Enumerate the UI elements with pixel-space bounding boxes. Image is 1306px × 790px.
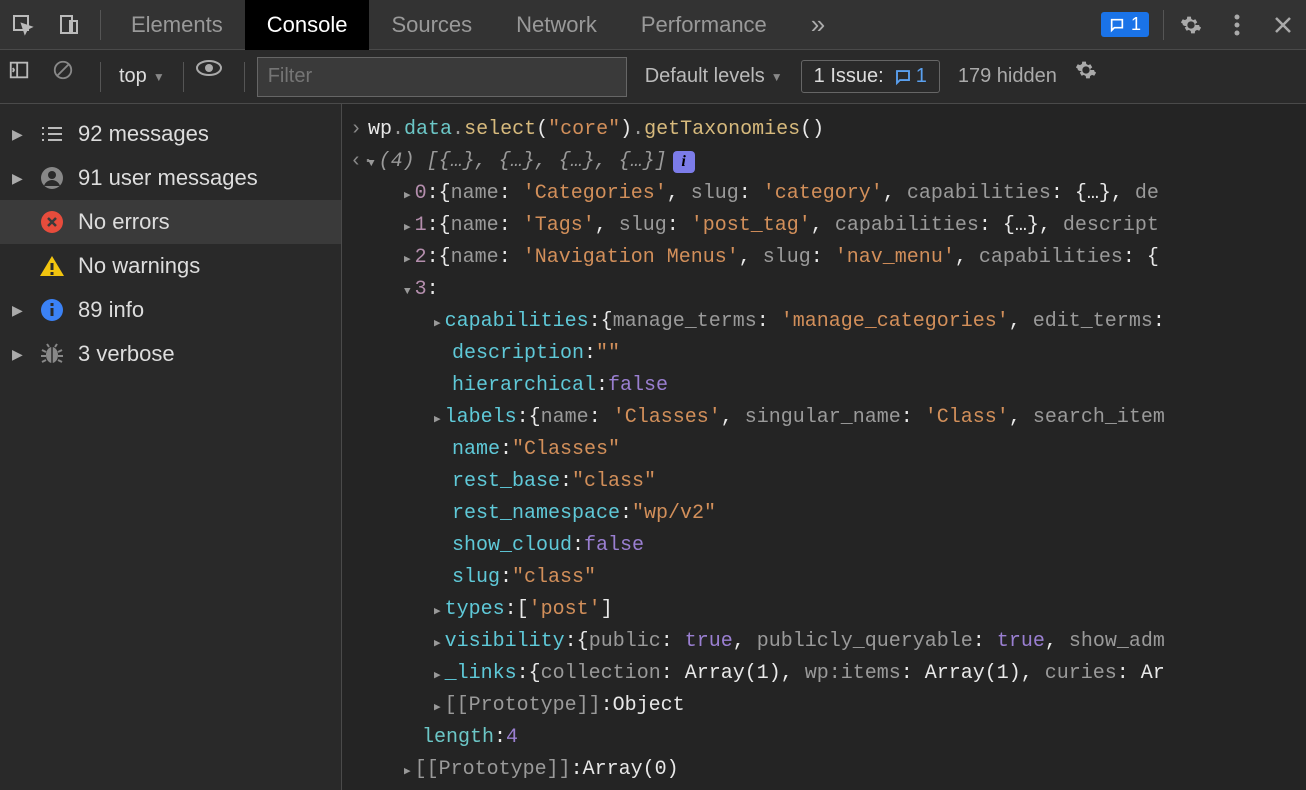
sidebar-item-warnings[interactable]: No warnings bbox=[0, 244, 341, 288]
array-item-row-expanded[interactable]: 3: bbox=[404, 274, 1306, 306]
main-area: ▶ 92 messages ▶ 91 user messages No erro… bbox=[0, 104, 1306, 790]
array-prototype-row[interactable]: [[Prototype]]: Array(0) bbox=[404, 754, 1306, 786]
bug-icon bbox=[38, 340, 66, 368]
divider bbox=[100, 10, 101, 40]
info-badge-icon[interactable]: i bbox=[673, 151, 695, 173]
expand-toggle[interactable] bbox=[404, 178, 415, 210]
object-property-row[interactable]: slug: "class" bbox=[434, 562, 1306, 594]
live-expression-icon[interactable] bbox=[196, 59, 232, 95]
user-icon bbox=[38, 164, 66, 192]
sidebar-item-label: No errors bbox=[78, 209, 170, 235]
object-property-row[interactable]: name: "Classes" bbox=[434, 434, 1306, 466]
expand-toggle[interactable] bbox=[404, 754, 415, 786]
tab-network[interactable]: Network bbox=[494, 0, 619, 50]
object-property-row[interactable]: hierarchical: false bbox=[434, 370, 1306, 402]
levels-label: Default levels bbox=[645, 65, 765, 88]
object-property-row[interactable]: rest_namespace: "wp/v2" bbox=[434, 498, 1306, 530]
console-return-line[interactable]: ‹· (4) [{…}, {…}, {…}, {…}] i bbox=[350, 146, 1306, 178]
object-property-row[interactable]: [[Prototype]]: Object bbox=[434, 690, 1306, 722]
array-summary: (4) [{…}, {…}, {…}, {…}] bbox=[379, 146, 667, 178]
warning-icon bbox=[38, 252, 66, 280]
context-selector[interactable]: top ▼ bbox=[113, 65, 171, 88]
expand-toggle[interactable] bbox=[404, 242, 415, 274]
object-property-row[interactable]: show_cloud: false bbox=[434, 530, 1306, 562]
input-chevron-icon: › bbox=[350, 114, 368, 146]
expand-toggle[interactable] bbox=[404, 274, 415, 306]
log-levels-selector[interactable]: Default levels ▼ bbox=[635, 65, 793, 88]
object-property-row[interactable]: visibility: {public: true, publicly_quer… bbox=[434, 626, 1306, 658]
clear-console-icon[interactable] bbox=[52, 59, 88, 95]
expand-toggle[interactable] bbox=[434, 690, 445, 722]
expand-toggle[interactable] bbox=[434, 658, 445, 690]
sidebar-item-messages[interactable]: ▶ 92 messages bbox=[0, 112, 341, 156]
issues-badge-count: 1 bbox=[1131, 14, 1141, 35]
error-icon bbox=[38, 208, 66, 236]
issues-label: 1 Issue: bbox=[814, 65, 884, 88]
expand-toggle[interactable] bbox=[434, 594, 445, 626]
divider bbox=[1163, 10, 1164, 40]
tab-performance[interactable]: Performance bbox=[619, 0, 789, 50]
object-property-row[interactable]: rest_base: "class" bbox=[434, 466, 1306, 498]
object-property-row[interactable]: labels: {name: 'Classes', singular_name:… bbox=[434, 402, 1306, 434]
object-property-row[interactable]: capabilities: {manage_terms: 'manage_cat… bbox=[434, 306, 1306, 338]
expand-toggle[interactable] bbox=[368, 146, 379, 178]
list-icon bbox=[38, 120, 66, 148]
divider bbox=[244, 62, 245, 92]
array-item-row[interactable]: 1: {name: 'Tags', slug: 'post_tag', capa… bbox=[404, 210, 1306, 242]
object-property-row[interactable]: _links: {collection: Array(1), wp:items:… bbox=[434, 658, 1306, 690]
issues-count: 1 bbox=[916, 65, 927, 88]
tab-more[interactable]: » bbox=[789, 0, 847, 50]
sidebar-item-label: 92 messages bbox=[78, 121, 209, 147]
tab-sources[interactable]: Sources bbox=[369, 0, 494, 50]
expand-toggle[interactable] bbox=[434, 626, 445, 658]
expand-toggle[interactable] bbox=[404, 210, 415, 242]
array-item-row[interactable]: 0: {name: 'Categories', slug: 'category'… bbox=[404, 178, 1306, 210]
hidden-count[interactable]: 179 hidden bbox=[948, 65, 1067, 88]
console-toolbar: top ▼ Default levels ▼ 1 Issue: 1 179 hi… bbox=[0, 50, 1306, 104]
divider bbox=[100, 62, 101, 92]
sidebar-item-label: No warnings bbox=[78, 253, 200, 279]
inspect-icon[interactable] bbox=[0, 0, 46, 50]
sidebar-item-errors[interactable]: No errors bbox=[0, 200, 341, 244]
close-icon[interactable] bbox=[1260, 0, 1306, 50]
sidebar-item-info[interactable]: ▶ 89 info bbox=[0, 288, 341, 332]
settings-icon[interactable] bbox=[1168, 0, 1214, 50]
array-item-row[interactable]: 2: {name: 'Navigation Menus', slug: 'nav… bbox=[404, 242, 1306, 274]
sidebar-item-label: 3 verbose bbox=[78, 341, 175, 367]
console-output: › wp.data.select("core").getTaxonomies()… bbox=[342, 104, 1306, 790]
sidebar-item-user-messages[interactable]: ▶ 91 user messages bbox=[0, 156, 341, 200]
devtools-tabs: Elements Console Sources Network Perform… bbox=[0, 0, 1306, 50]
kebab-menu-icon[interactable] bbox=[1214, 0, 1260, 50]
tab-elements[interactable]: Elements bbox=[109, 0, 245, 50]
expand-toggle[interactable] bbox=[434, 306, 445, 338]
filter-input[interactable] bbox=[257, 57, 627, 97]
context-label: top bbox=[119, 65, 147, 88]
object-property-row[interactable]: types: ['post'] bbox=[434, 594, 1306, 626]
sidebar-item-label: 89 info bbox=[78, 297, 144, 323]
console-settings-icon[interactable] bbox=[1075, 59, 1111, 95]
device-toolbar-icon[interactable] bbox=[46, 0, 92, 50]
sidebar-item-verbose[interactable]: ▶ 3 verbose bbox=[0, 332, 341, 376]
console-input-line[interactable]: › wp.data.select("core").getTaxonomies() bbox=[350, 114, 1306, 146]
sidebar-toggle-icon[interactable] bbox=[8, 59, 44, 95]
tab-console[interactable]: Console bbox=[245, 0, 370, 50]
issues-box[interactable]: 1 Issue: 1 bbox=[801, 60, 940, 93]
array-length-row[interactable]: length: 4 bbox=[404, 722, 1306, 754]
issues-badge[interactable]: 1 bbox=[1091, 0, 1159, 50]
object-property-row[interactable]: description: "" bbox=[434, 338, 1306, 370]
sidebar-item-label: 91 user messages bbox=[78, 165, 258, 191]
divider bbox=[183, 62, 184, 92]
sidebar: ▶ 92 messages ▶ 91 user messages No erro… bbox=[0, 104, 342, 790]
expand-toggle[interactable] bbox=[434, 402, 445, 434]
output-chevron-icon: ‹· bbox=[350, 146, 368, 178]
info-icon bbox=[38, 296, 66, 324]
